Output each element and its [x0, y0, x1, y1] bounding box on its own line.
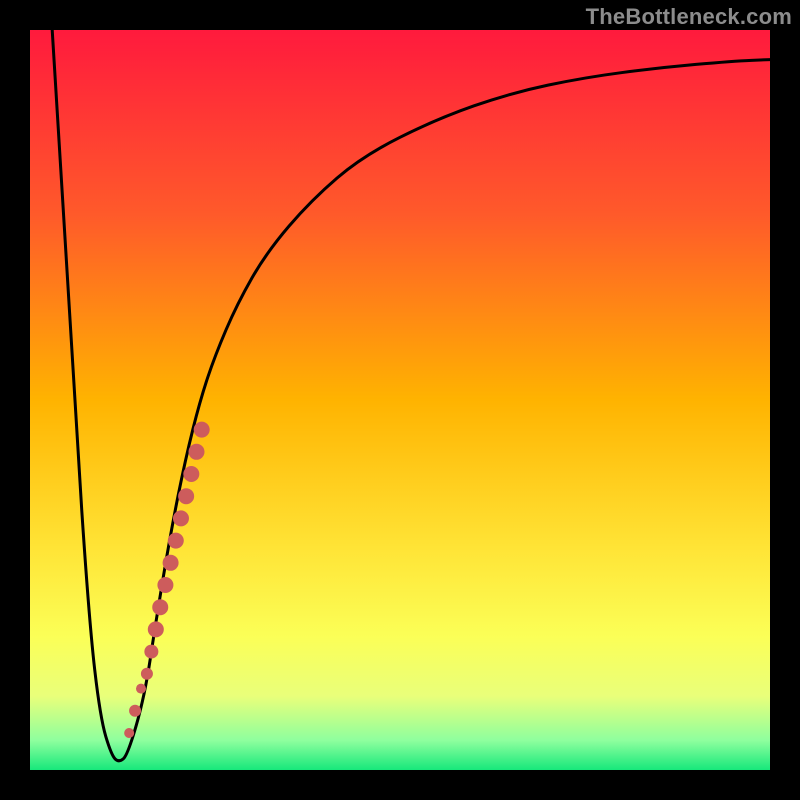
chart-frame: TheBottleneck.com [0, 0, 800, 800]
highlight-dot [173, 510, 189, 526]
highlight-dot [148, 621, 164, 637]
highlight-dot [157, 577, 173, 593]
highlight-dot [183, 466, 199, 482]
highlight-dot [141, 668, 153, 680]
watermark-text: TheBottleneck.com [586, 4, 792, 30]
highlight-dot [163, 555, 179, 571]
highlight-dot [168, 533, 184, 549]
chart-svg [30, 30, 770, 770]
gradient-background [30, 30, 770, 770]
highlight-dot [178, 488, 194, 504]
highlight-dot [124, 728, 134, 738]
highlight-dot [144, 645, 158, 659]
highlight-dot [194, 422, 210, 438]
highlight-dot [152, 599, 168, 615]
highlight-dot [129, 705, 141, 717]
highlight-dot [136, 684, 146, 694]
plot-area [30, 30, 770, 770]
highlight-dot [189, 444, 205, 460]
